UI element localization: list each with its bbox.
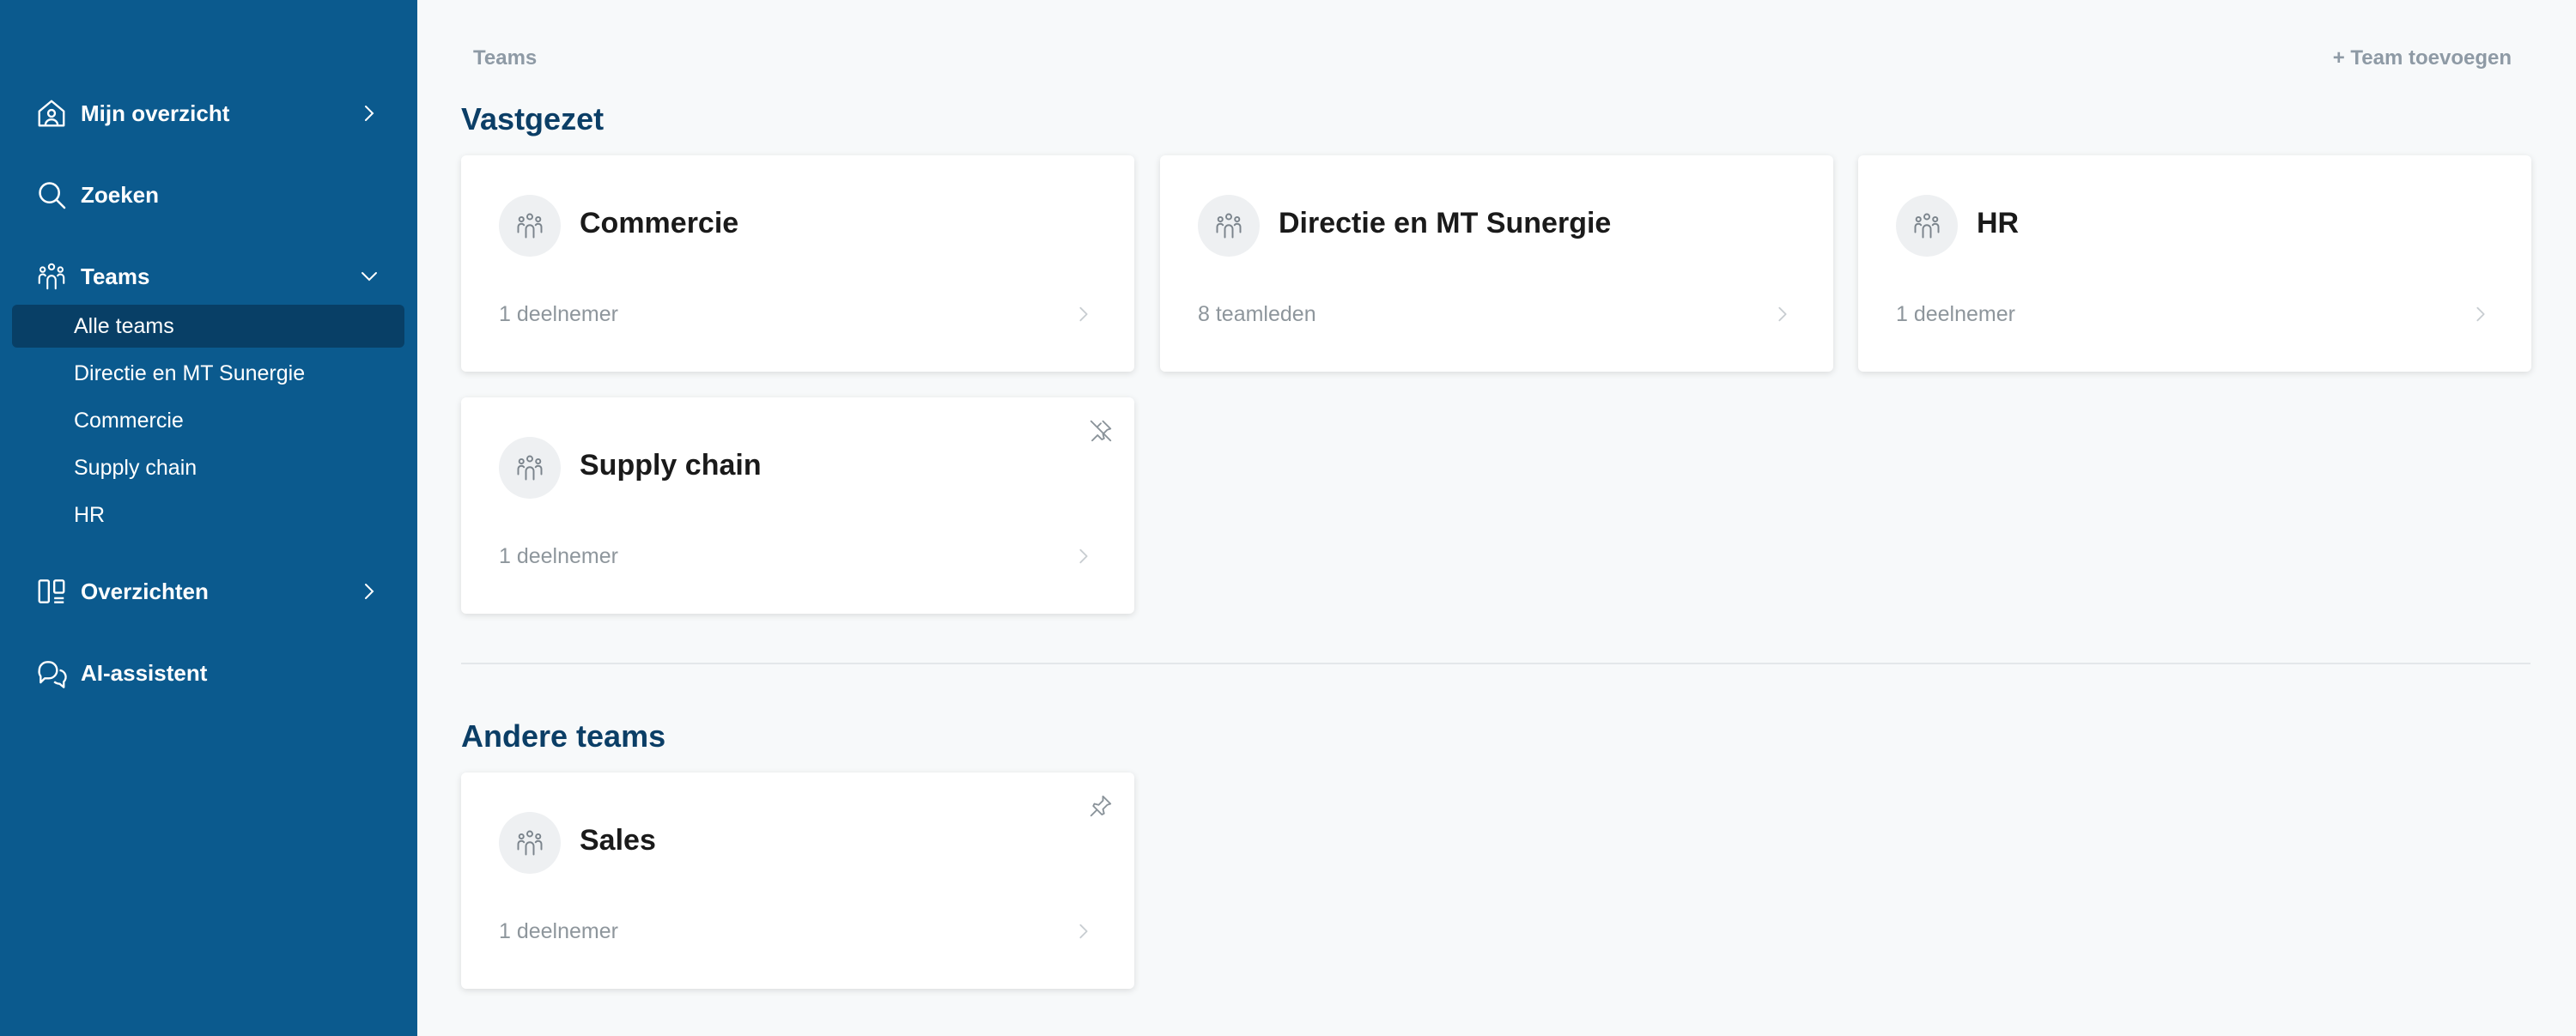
team-name: Directie en MT Sunergie	[1279, 207, 1612, 239]
sub-item-label: Directie en MT Sunergie	[74, 360, 306, 385]
chat-icon	[34, 656, 69, 690]
overview-icon	[34, 574, 69, 609]
section-title-pinned: Vastgezet	[461, 101, 605, 136]
sidebar-item-directie[interactable]: Directie en MT Sunergie	[12, 352, 404, 395]
team-avatar	[499, 437, 561, 499]
sub-item-label: HR	[74, 502, 106, 527]
team-avatar	[499, 812, 561, 874]
team-icon	[514, 452, 545, 483]
team-icon	[514, 210, 545, 241]
team-icon	[34, 259, 69, 294]
nav-label: AI-assistent	[81, 659, 208, 686]
team-avatar	[1198, 195, 1260, 257]
team-name: Sales	[580, 824, 656, 857]
chevron-right-icon	[1773, 303, 1792, 325]
chevron-down-icon	[361, 272, 377, 282]
team-card-sales[interactable]: Sales 1 deelnemer	[461, 772, 1134, 989]
pin-icon[interactable]	[1088, 793, 1114, 819]
team-member-count: 1 deelnemer	[499, 919, 618, 943]
section-divider	[461, 663, 2530, 664]
sidebar-item-hr[interactable]: HR	[12, 494, 404, 536]
team-member-count: 1 deelnemer	[499, 302, 618, 326]
team-avatar	[499, 195, 561, 257]
team-member-count: 1 deelnemer	[1896, 302, 2015, 326]
sub-item-label: Alle teams	[74, 313, 174, 338]
chevron-right-icon	[1074, 545, 1093, 567]
sidebar-item-commercie[interactable]: Commercie	[12, 399, 404, 442]
unpin-icon[interactable]	[1088, 418, 1114, 444]
team-name: Supply chain	[580, 449, 762, 482]
sidebar-item-alle-teams[interactable]: Alle teams	[12, 305, 404, 348]
team-icon	[514, 827, 545, 858]
nav-label: Teams	[81, 263, 150, 289]
nav-overzichten[interactable]: Overzichten	[34, 566, 392, 617]
chevron-right-icon	[2471, 303, 2490, 325]
nav-mijn-overzicht[interactable]: Mijn overzicht	[34, 88, 392, 139]
sidebar-item-supply-chain[interactable]: Supply chain	[12, 446, 404, 489]
nav-label: Zoeken	[81, 181, 160, 208]
chevron-right-icon	[1074, 303, 1093, 325]
sub-item-label: Commercie	[74, 408, 184, 433]
nav-label: Overzichten	[81, 578, 209, 604]
team-member-count: 1 deelnemer	[499, 544, 618, 568]
team-card-hr[interactable]: HR 1 deelnemer	[1858, 155, 2531, 372]
team-icon	[1213, 210, 1244, 241]
home-user-icon	[34, 96, 69, 130]
nav-teams[interactable]: Teams	[34, 251, 392, 302]
nav-label: Mijn overzicht	[81, 100, 230, 126]
nav-zoeken[interactable]: Zoeken	[34, 169, 392, 221]
breadcrumb[interactable]: Teams	[473, 46, 537, 70]
team-avatar	[1896, 195, 1958, 257]
team-card-directie[interactable]: Directie en MT Sunergie 8 teamleden	[1160, 155, 1833, 372]
section-title-others: Andere teams	[461, 718, 666, 754]
chevron-right-icon	[365, 584, 374, 599]
nav-ai-assistent[interactable]: AI-assistent	[34, 647, 392, 699]
team-card-commercie[interactable]: Commercie 1 deelnemer	[461, 155, 1134, 372]
team-name: HR	[1977, 207, 2020, 239]
search-icon	[34, 178, 69, 212]
sidebar: Mijn overzicht Zoeken Teams Alle teams D…	[0, 0, 417, 1036]
team-member-count: 8 teamleden	[1198, 302, 1316, 326]
add-team-button[interactable]: + Team toevoegen	[2333, 46, 2512, 70]
chevron-right-icon	[365, 106, 374, 121]
team-icon	[1911, 210, 1942, 241]
team-name: Commercie	[580, 207, 739, 239]
chevron-right-icon	[1074, 920, 1093, 942]
sub-item-label: Supply chain	[74, 455, 197, 480]
team-card-supply-chain[interactable]: Supply chain 1 deelnemer	[461, 397, 1134, 614]
